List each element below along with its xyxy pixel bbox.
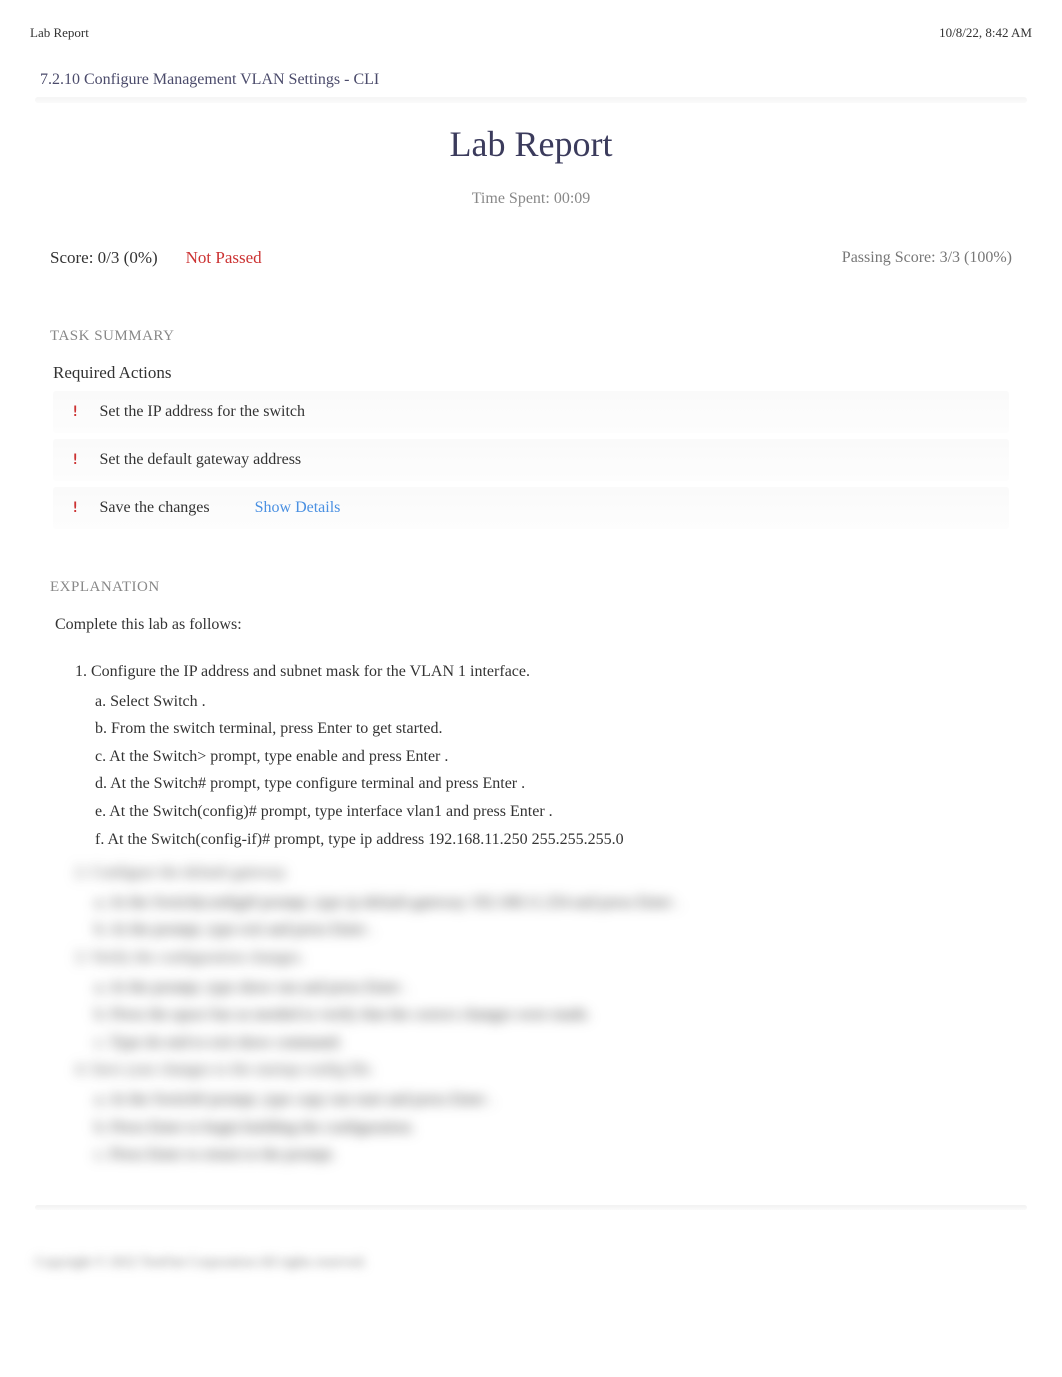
page-title: Lab Report <box>35 123 1027 165</box>
explanation-heading: EXPLANATION <box>50 579 1027 596</box>
blurred-substep: b. Press the space bar as needed to veri… <box>95 1002 1027 1028</box>
substep-a: a. Select Switch . <box>95 689 1027 715</box>
passing-score: Passing Score: 3/3 (100%) <box>842 249 1012 267</box>
substep-e: e. At the Switch(config)# prompt, type i… <box>95 799 1027 825</box>
substep-f: f. At the Switch(config-if)# prompt, typ… <box>95 827 1027 853</box>
time-spent: Time Spent: 00:09 <box>35 190 1027 208</box>
alert-icon: ! <box>71 404 79 420</box>
steps-list: 1. Configure the IP address and subnet m… <box>50 659 1027 1168</box>
alert-icon: ! <box>71 452 79 468</box>
score-status: Not Passed <box>186 248 262 268</box>
task-summary-heading: TASK SUMMARY <box>35 328 1027 345</box>
blurred-substep: a. At the Switch(config)# prompt, type i… <box>95 890 1027 916</box>
explanation-section: EXPLANATION Complete this lab as follows… <box>35 579 1027 1168</box>
blurred-substep: a. At the Switch# prompt, type copy run … <box>95 1087 1027 1113</box>
score-left: Score: 0/3 (0%) Not Passed <box>50 248 262 268</box>
required-actions-title: Required Actions <box>35 363 1027 383</box>
header-right: 10/8/22, 8:42 AM <box>939 25 1032 41</box>
action-item: ! Save the changes Show Details <box>53 487 1009 529</box>
step-3-title: 3. Verify the configuration changes. <box>75 945 1027 971</box>
score-row: Score: 0/3 (0%) Not Passed Passing Score… <box>35 248 1027 268</box>
blurred-substep: c. Press Enter to return to the prompt. <box>95 1142 1027 1168</box>
header-left: Lab Report <box>30 25 89 41</box>
step-1-title: 1. Configure the IP address and subnet m… <box>75 659 1027 685</box>
action-item: ! Set the default gateway address <box>53 439 1009 481</box>
page-header: Lab Report 10/8/22, 8:42 AM <box>0 0 1062 51</box>
divider <box>35 97 1027 103</box>
content: 7.2.10 Configure Management VLAN Setting… <box>0 51 1062 1190</box>
action-text: Set the default gateway address <box>99 451 301 469</box>
show-details-link[interactable]: Show Details <box>255 499 341 517</box>
action-text: Set the IP address for the switch <box>99 403 305 421</box>
blurred-substep: b. Press Enter to begin building the con… <box>95 1115 1027 1141</box>
blurred-substep: b. At the prompt, type exit and press En… <box>95 917 1027 943</box>
action-text: Save the changes <box>99 499 209 517</box>
step-2-title: 2. Configure the default gateway. <box>75 860 1027 886</box>
blurred-substep: c. Type do end to exit show command. <box>95 1030 1027 1056</box>
breadcrumb: 7.2.10 Configure Management VLAN Setting… <box>35 71 1027 89</box>
substep-d: d. At the Switch# prompt, type configure… <box>95 771 1027 797</box>
substep-c: c. At the Switch> prompt, type enable an… <box>95 744 1027 770</box>
substep-b: b. From the switch terminal, press Enter… <box>95 716 1027 742</box>
substeps: a. Select Switch . b. From the switch te… <box>75 689 1027 853</box>
blurred-substep: a. At the prompt, type show run and pres… <box>95 975 1027 1001</box>
copyright: Copyright © 2022 TestOut Corporation All… <box>0 1230 1062 1281</box>
explanation-intro: Complete this lab as follows: <box>50 616 1027 634</box>
divider <box>35 1205 1027 1210</box>
blurred-content: 2. Configure the default gateway. a. At … <box>75 860 1027 1168</box>
action-item: ! Set the IP address for the switch <box>53 391 1009 433</box>
step-4-title: 4. Save your changes to the startup-conf… <box>75 1057 1027 1083</box>
score-value: Score: 0/3 (0%) <box>50 248 158 268</box>
alert-icon: ! <box>71 500 79 516</box>
